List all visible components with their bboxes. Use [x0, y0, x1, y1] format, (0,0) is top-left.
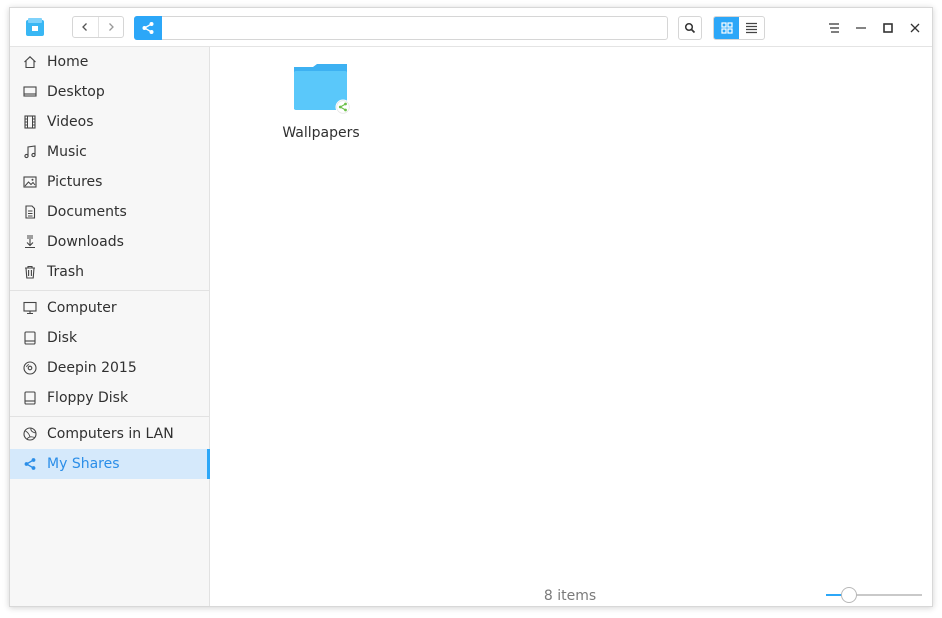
sidebar-divider	[10, 416, 209, 417]
sidebar-item-label: Desktop	[47, 84, 105, 100]
floppy-icon	[24, 391, 36, 405]
file-view: Wallpapers 8 items	[210, 47, 932, 606]
sidebar-divider	[10, 290, 209, 291]
maximize-button[interactable]	[878, 18, 898, 38]
sidebar-item-label: Videos	[47, 114, 94, 130]
forward-icon	[108, 23, 114, 31]
file-item[interactable]: Wallpapers	[274, 61, 368, 141]
sidebar-item-label: Computers in LAN	[47, 426, 174, 442]
sidebar-item-label: Computer	[47, 300, 117, 316]
sidebar-item-trash[interactable]: Trash	[10, 257, 210, 287]
list-view-button[interactable]	[739, 17, 764, 39]
sidebar-item-home[interactable]: Home	[10, 47, 210, 77]
share-icon	[24, 458, 36, 470]
sidebar-item-label: Downloads	[47, 234, 124, 250]
sidebar-item-label: Disk	[47, 330, 78, 346]
list-view-icon	[746, 22, 757, 34]
sidebar-item-label: Music	[47, 144, 87, 160]
forward-button[interactable]	[97, 17, 124, 37]
view-mode-switch	[713, 16, 765, 40]
home-icon	[24, 56, 36, 69]
sidebar-item-computers-in-lan[interactable]: Computers in LAN	[10, 419, 210, 449]
sidebar-item-documents[interactable]: Documents	[10, 197, 210, 227]
search-button[interactable]	[678, 16, 702, 40]
sidebar-item-label: Trash	[47, 264, 84, 280]
sidebar-item-pictures[interactable]: Pictures	[10, 167, 210, 197]
close-icon	[910, 23, 920, 33]
sidebar-item-videos[interactable]: Videos	[10, 107, 210, 137]
minimize-icon	[856, 27, 866, 29]
pictures-icon	[23, 176, 37, 188]
file-manager-icon	[25, 17, 45, 37]
disc-icon	[23, 361, 37, 375]
menu-icon	[829, 23, 839, 33]
sidebar-item-computer[interactable]: Computer	[10, 293, 210, 323]
desktop-icon	[23, 86, 37, 97]
sidebar-item-floppy-disk[interactable]: Floppy Disk	[10, 383, 210, 413]
downloads-icon	[25, 235, 35, 249]
navigation-buttons	[72, 16, 124, 38]
close-button[interactable]	[905, 18, 925, 38]
sidebar-item-label: Deepin 2015	[47, 360, 137, 376]
back-icon	[82, 23, 88, 31]
sidebar-item-desktop[interactable]: Desktop	[10, 77, 210, 107]
disk-icon	[24, 331, 36, 345]
network-icon	[23, 427, 37, 441]
sidebar-item-music[interactable]: Music	[10, 137, 210, 167]
sidebar-item-downloads[interactable]: Downloads	[10, 227, 210, 257]
sidebar-item-label: Documents	[47, 204, 127, 220]
trash-icon	[25, 265, 35, 279]
breadcrumb-my-shares[interactable]	[134, 16, 162, 40]
title-bar	[10, 8, 932, 47]
documents-icon	[25, 205, 36, 219]
sidebar-item-my-shares[interactable]: My Shares	[10, 449, 210, 479]
sidebar-item-label: My Shares	[47, 456, 120, 472]
minimize-button[interactable]	[851, 18, 871, 38]
sidebar-item-label: Floppy Disk	[47, 390, 129, 406]
videos-icon	[24, 115, 36, 129]
icon-view-button[interactable]	[714, 17, 739, 39]
item-count: 8 items	[543, 588, 597, 604]
sidebar: Home Desktop Videos Music Pictures Docum…	[10, 47, 210, 606]
sidebar-item-label: Pictures	[47, 174, 103, 190]
search-icon	[684, 22, 696, 34]
address-bar[interactable]	[134, 16, 668, 40]
maximize-icon	[883, 23, 893, 33]
file-name: Wallpapers	[282, 125, 360, 141]
sidebar-item-deepin-2015[interactable]: Deepin 2015	[10, 353, 210, 383]
file-manager-window: Home Desktop Videos Music Pictures Docum…	[9, 7, 933, 607]
zoom-slider[interactable]	[826, 587, 922, 603]
back-button[interactable]	[73, 17, 98, 37]
music-icon	[24, 145, 36, 159]
zoom-slider-handle[interactable]	[841, 587, 857, 603]
share-icon	[142, 22, 154, 34]
sidebar-item-disk[interactable]: Disk	[10, 323, 210, 353]
sidebar-item-label: Home	[47, 54, 89, 70]
menu-button[interactable]	[824, 18, 844, 38]
shared-folder-icon	[294, 64, 351, 115]
icon-view-icon	[720, 22, 733, 34]
computer-icon	[23, 301, 37, 315]
